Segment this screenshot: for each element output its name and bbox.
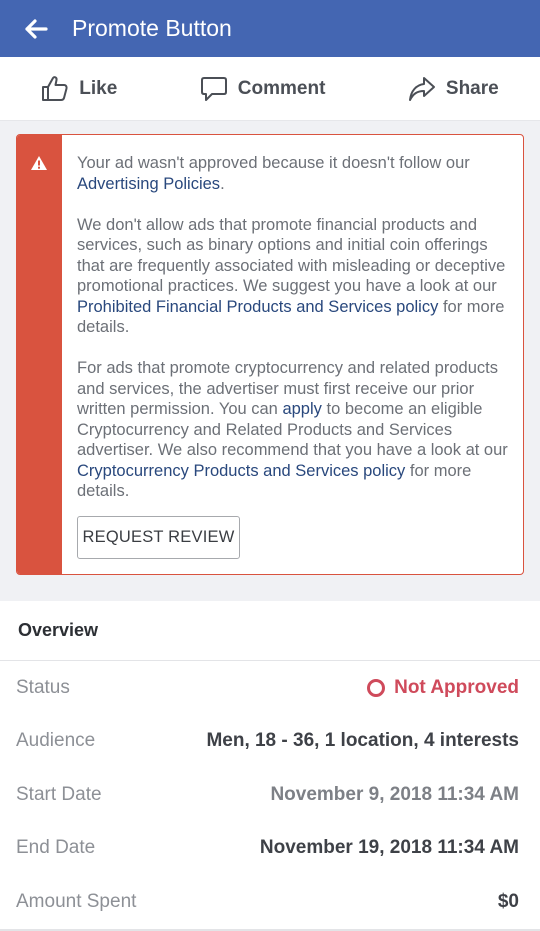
start-date-value: November 9, 2018 11:34 AM [270,783,519,805]
like-label: Like [79,77,118,99]
like-button[interactable]: Like [41,75,117,102]
start-date-label: Start Date [16,783,102,805]
post-action-bar: Like Comment Share [0,57,540,121]
end-date-value: November 19, 2018 11:34 AM [259,837,519,859]
status-row: Status Not Approved [0,661,540,715]
overview-section: Overview Status Not Approved Audience Me… [0,601,540,931]
alert-message: Your ad wasn't approved because it doesn… [77,153,509,502]
amount-spent-value: $0 [497,890,519,912]
end-date-label: End Date [16,837,96,859]
alert-paragraph-1: Your ad wasn't approved because it doesn… [77,153,509,194]
back-button[interactable] [0,0,72,57]
alert-paragraph-2: We don't allow ads that promote financia… [77,215,509,338]
ad-rejection-alert: Your ad wasn't approved because it doesn… [16,134,524,575]
status-circle-icon [367,678,386,697]
prohibited-financial-policy-link[interactable]: Prohibited Financial Products and Servic… [77,298,438,316]
comment-label: Comment [237,77,326,99]
end-date-row: End Date November 19, 2018 11:34 AM [0,822,540,876]
alert-text: Your ad wasn't approved because it doesn… [77,154,470,172]
request-review-button[interactable]: REQUEST REVIEW [77,516,240,559]
app-header: Promote Button [0,0,540,57]
amount-spent-label: Amount Spent [16,890,137,912]
alert-stripe [17,135,62,574]
advertising-policies-link[interactable]: Advertising Policies [77,175,220,193]
status-label: Status [16,676,70,698]
amount-spent-row: Amount Spent $0 [0,875,540,929]
share-button[interactable]: Share [408,76,499,102]
status-value: Not Approved [394,676,519,698]
back-arrow-icon [25,18,48,39]
alert-text: . [220,174,225,193]
alert-text: We don't allow ads that promote financia… [77,215,506,296]
comment-button[interactable]: Comment [200,76,326,102]
audience-row: Audience Men, 18 - 36, 1 location, 4 int… [0,715,540,769]
status-badge: Not Approved [367,677,519,699]
share-label: Share [445,77,499,99]
warning-triangle-icon [31,156,47,170]
overview-heading: Overview [0,601,540,661]
alert-paragraph-3: For ads that promote cryptocurrency and … [77,358,509,502]
share-arrow-icon [408,76,435,101]
audience-value: Men, 18 - 36, 1 location, 4 interests [206,730,519,752]
thumbs-up-icon [42,76,68,101]
audience-label: Audience [16,730,96,752]
apply-link[interactable]: apply [282,400,321,418]
start-date-row: Start Date November 9, 2018 11:34 AM [0,768,540,822]
page-title: Promote Button [72,15,232,41]
cryptocurrency-policy-link[interactable]: Cryptocurrency Products and Services pol… [77,462,405,480]
comment-bubble-icon [200,76,227,101]
